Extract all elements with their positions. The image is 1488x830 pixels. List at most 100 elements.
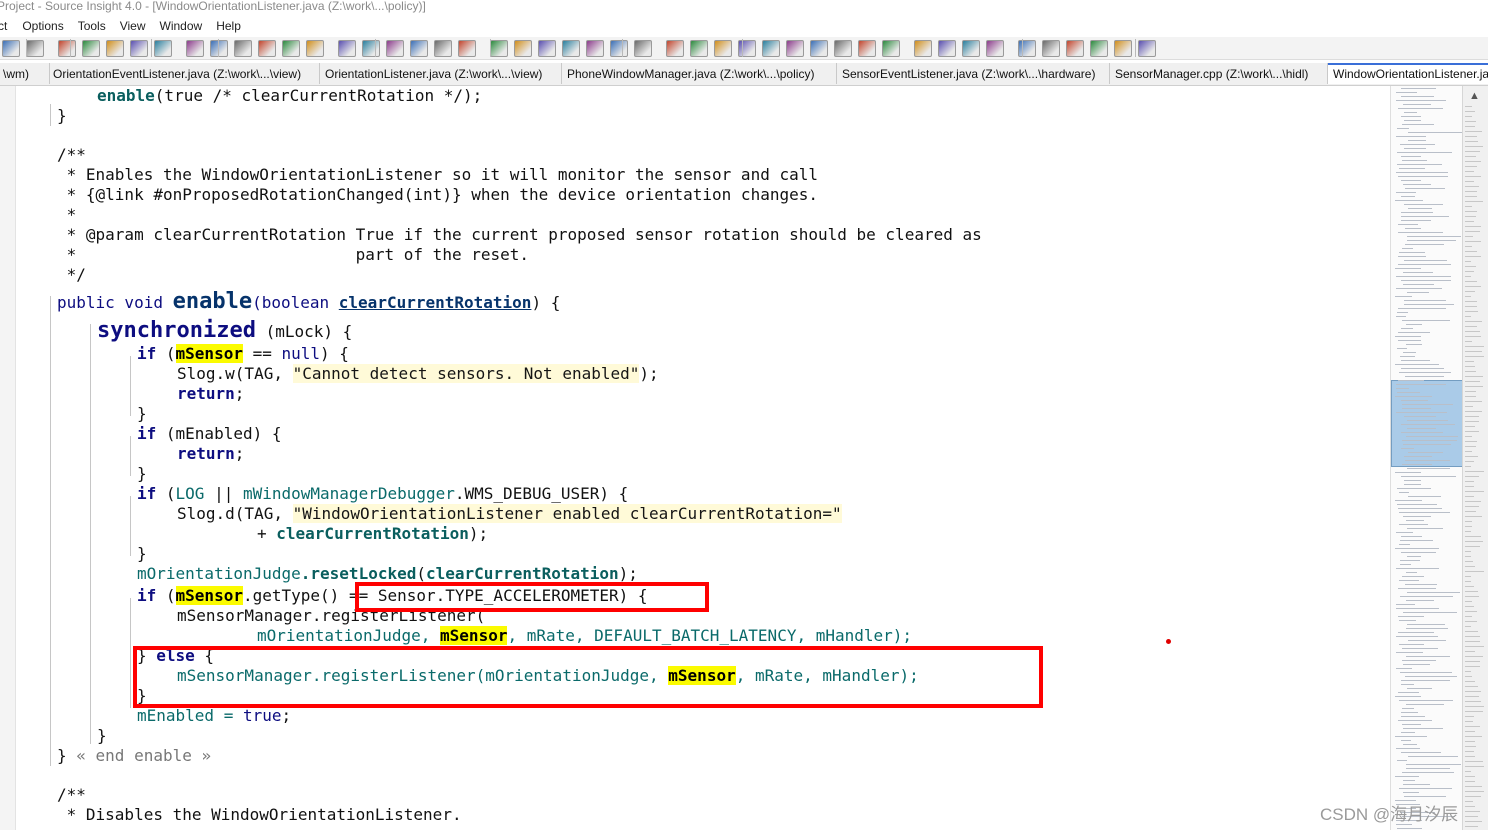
layout1-icon[interactable]: [562, 40, 580, 57]
diff-icon[interactable]: [690, 40, 708, 57]
layout2-icon[interactable]: [586, 40, 604, 57]
minimap-line: [1396, 192, 1416, 193]
minimap-line: [1406, 704, 1444, 705]
tree1-icon[interactable]: [738, 40, 756, 57]
bookmark-icon[interactable]: [338, 40, 356, 57]
window-icon[interactable]: [786, 40, 804, 57]
grid-icon[interactable]: [882, 40, 900, 57]
minimap-line: [1406, 628, 1448, 629]
minimap-line: [1398, 232, 1443, 233]
jump-icon[interactable]: [210, 40, 228, 57]
delete-icon[interactable]: [986, 40, 1004, 57]
find-icon[interactable]: [186, 40, 204, 57]
help-icon[interactable]: [762, 40, 780, 57]
code-token: LOG: [175, 484, 205, 503]
code-overview-minimap[interactable]: [1390, 86, 1463, 830]
scrollbar-track-line: [1465, 781, 1475, 782]
e-icon[interactable]: [1114, 40, 1132, 57]
tab-wm[interactable]: \wm): [0, 63, 50, 84]
xy-icon[interactable]: [282, 40, 300, 57]
scrollbar-track-line: [1465, 146, 1483, 147]
minimap-line: [1403, 792, 1419, 793]
minimap-line: [1396, 136, 1426, 137]
parameter-name[interactable]: clearCurrentRotation: [339, 293, 532, 312]
scrollbar-track-line: [1465, 546, 1480, 547]
f-icon[interactable]: [1138, 40, 1156, 57]
comment-line: * {@link #onProposedRotationChanged(int)…: [57, 185, 818, 204]
tab-window-orientation-listener[interactable]: WindowOrientationListener.java: [1328, 63, 1488, 84]
sync-icon[interactable]: [834, 40, 852, 57]
save-all-icon[interactable]: [2, 40, 20, 57]
symbol-icon[interactable]: [434, 40, 452, 57]
toolbar-separator: [26, 39, 27, 57]
scroll-up-arrow-icon[interactable]: ▲: [1469, 90, 1480, 102]
menu-tools[interactable]: Tools: [78, 17, 106, 35]
minimap-line: [1404, 204, 1443, 205]
menu-project[interactable]: ct: [0, 17, 7, 35]
layout3-icon[interactable]: [610, 40, 628, 57]
undo-icon[interactable]: [130, 40, 148, 57]
redo-icon[interactable]: [154, 40, 172, 57]
cut-icon[interactable]: [58, 40, 76, 57]
up-icon[interactable]: [410, 40, 428, 57]
scrollbar-track-line: [1465, 436, 1472, 437]
browse-icon[interactable]: [386, 40, 404, 57]
fx-icon[interactable]: [514, 40, 532, 57]
scrollbar-track-line: [1465, 576, 1471, 577]
scrollbar-track-line: [1465, 266, 1476, 267]
tab-phone-window-manager[interactable]: PhoneWindowManager.java (Z:\work\...\pol…: [562, 63, 837, 84]
layout4-icon[interactable]: [634, 40, 652, 57]
menu-options[interactable]: Options: [22, 17, 63, 35]
paste-icon[interactable]: [106, 40, 124, 57]
lookup-icon[interactable]: [458, 40, 476, 57]
code-token: .getType(): [242, 586, 349, 605]
scrollbar-track-line: [1465, 666, 1480, 667]
scrollbar-track-line: [1465, 701, 1481, 702]
tab-sensor-manager[interactable]: SensorManager.cpp (Z:\work\...\hidl): [1110, 63, 1328, 84]
add2-icon[interactable]: [938, 40, 956, 57]
scrollbar-track-line: [1465, 736, 1482, 737]
context-icon[interactable]: [810, 40, 828, 57]
highlighted-symbol[interactable]: mSensor: [440, 626, 508, 645]
jump-back-icon[interactable]: [234, 40, 252, 57]
tab-sensor-event-listener[interactable]: SensorEventListener.java (Z:\work\...\ha…: [837, 63, 1110, 84]
minimap-line: [1402, 320, 1450, 321]
jump-forward-icon[interactable]: [258, 40, 276, 57]
tab-orientation-listener[interactable]: OrientationListener.java (Z:\work\...\vi…: [320, 63, 562, 84]
code-token: mEnabled =: [137, 706, 243, 725]
bookmark2-icon[interactable]: [362, 40, 380, 57]
www-icon[interactable]: [306, 40, 324, 57]
minimap-line: [1395, 200, 1423, 201]
add-icon[interactable]: [914, 40, 932, 57]
b-icon[interactable]: [1042, 40, 1060, 57]
scrollbar-track-line: [1465, 816, 1478, 817]
c-icon[interactable]: [1066, 40, 1084, 57]
menu-help[interactable]: Help: [216, 17, 241, 35]
code-line: if (mSensor == null) {: [137, 344, 349, 364]
menu-window[interactable]: Window: [160, 17, 203, 35]
ref-icon[interactable]: [490, 40, 508, 57]
copy-icon[interactable]: [82, 40, 100, 57]
menu-view[interactable]: View: [120, 17, 146, 35]
code-editor[interactable]: enable(true /* clearCurrentRotation */);…: [0, 86, 1390, 830]
remove-icon[interactable]: [962, 40, 980, 57]
method-name[interactable]: enable: [173, 289, 252, 314]
code-token: clearCurrentRotation: [276, 524, 469, 543]
project-icon[interactable]: [666, 40, 684, 57]
code-token: if: [137, 484, 157, 503]
scrollbar-track-line: [1465, 481, 1474, 482]
sync2-icon[interactable]: [858, 40, 876, 57]
vertical-scrollbar[interactable]: ▲: [1462, 86, 1488, 830]
highlighted-symbol[interactable]: mSensor: [175, 344, 243, 363]
relation-icon[interactable]: [538, 40, 556, 57]
minimap-line: [1395, 364, 1439, 365]
tab-orientation-event-listener[interactable]: OrientationEventListener.java (Z:\work\.…: [50, 63, 320, 84]
toolbar-separator: [1135, 39, 1136, 57]
a-icon[interactable]: [1018, 40, 1036, 57]
print-icon[interactable]: [26, 40, 44, 57]
toolbar-separator: [151, 39, 152, 57]
doc-icon[interactable]: [714, 40, 732, 57]
minimap-line: [1399, 644, 1424, 645]
d-icon[interactable]: [1090, 40, 1108, 57]
highlighted-symbol[interactable]: mSensor: [175, 586, 243, 605]
